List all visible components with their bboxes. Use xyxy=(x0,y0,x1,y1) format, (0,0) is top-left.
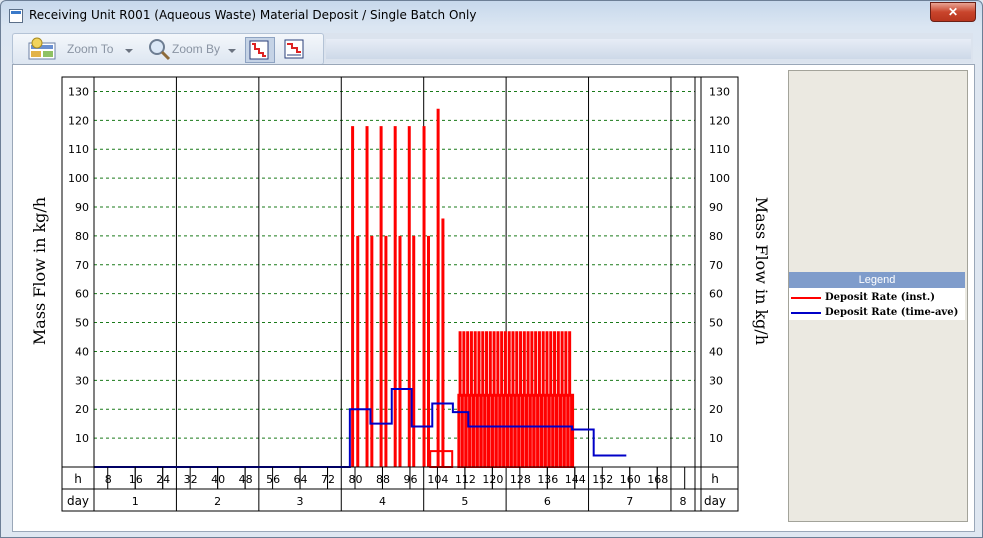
y-tick-label-left: 70 xyxy=(75,259,89,272)
y-axis-title-left: Mass Flow in kg/h xyxy=(30,197,49,345)
y-tick-label-left: 30 xyxy=(75,374,89,387)
y-tick-label-right: 30 xyxy=(709,374,723,387)
y-tick-label-left: 10 xyxy=(75,432,89,445)
y-tick-label-right: 120 xyxy=(709,114,730,127)
legend-title: Legend xyxy=(789,272,965,288)
x-unit-label-left: h xyxy=(74,472,82,486)
y-tick-label-left: 90 xyxy=(75,201,89,214)
y-tick-label-right: 90 xyxy=(709,201,723,214)
y-tick-label-left: 50 xyxy=(75,317,89,330)
day-label: 8 xyxy=(679,495,686,508)
legend: Deposit Rate (inst.) Deposit Rate (time-… xyxy=(789,288,965,320)
day-unit-label-left: day xyxy=(67,494,89,508)
day-label: 2 xyxy=(214,495,221,508)
legend-label-inst: Deposit Rate (inst.) xyxy=(825,292,935,303)
day-label: 5 xyxy=(461,495,468,508)
day-label: 1 xyxy=(132,495,139,508)
y-tick-label-right: 60 xyxy=(709,288,723,301)
y-tick-label-left: 110 xyxy=(68,143,89,156)
y-tick-label-right: 130 xyxy=(709,85,730,98)
y-tick-label-right: 40 xyxy=(709,345,723,358)
legend-label-time-ave: Deposit Rate (time-ave) xyxy=(825,307,959,318)
day-unit-label-right: day xyxy=(704,494,726,508)
y-tick-label-right: 80 xyxy=(709,230,723,243)
y-tick-label-right: 10 xyxy=(709,432,723,445)
day-label: 7 xyxy=(626,495,633,508)
y-tick-label-left: 40 xyxy=(75,345,89,358)
legend-swatch-inst xyxy=(791,297,821,299)
day-label: 4 xyxy=(379,495,386,508)
day-label: 6 xyxy=(544,495,551,508)
y-tick-label-left: 130 xyxy=(68,85,89,98)
y-tick-label-right: 100 xyxy=(709,172,730,185)
y-axis-title-right: Mass Flow in kg/h xyxy=(752,197,771,345)
y-tick-label-left: 60 xyxy=(75,288,89,301)
legend-item-time-ave[interactable]: Deposit Rate (time-ave) xyxy=(789,305,965,319)
y-tick-label-left: 20 xyxy=(75,403,89,416)
y-tick-label-left: 120 xyxy=(68,114,89,127)
day-label: 3 xyxy=(297,495,304,508)
y-tick-label-right: 110 xyxy=(709,143,730,156)
y-tick-label-left: 80 xyxy=(75,230,89,243)
legend-swatch-time-ave xyxy=(791,312,821,314)
y-tick-label-left: 100 xyxy=(68,172,89,185)
y-tick-label-right: 50 xyxy=(709,317,723,330)
y-tick-label-right: 70 xyxy=(709,259,723,272)
chart-window: Receiving Unit R001 (Aqueous Waste) Mate… xyxy=(0,0,983,538)
x-unit-label-right: h xyxy=(711,472,719,486)
y-tick-label-right: 20 xyxy=(709,403,723,416)
legend-item-inst[interactable]: Deposit Rate (inst.) xyxy=(789,290,965,304)
